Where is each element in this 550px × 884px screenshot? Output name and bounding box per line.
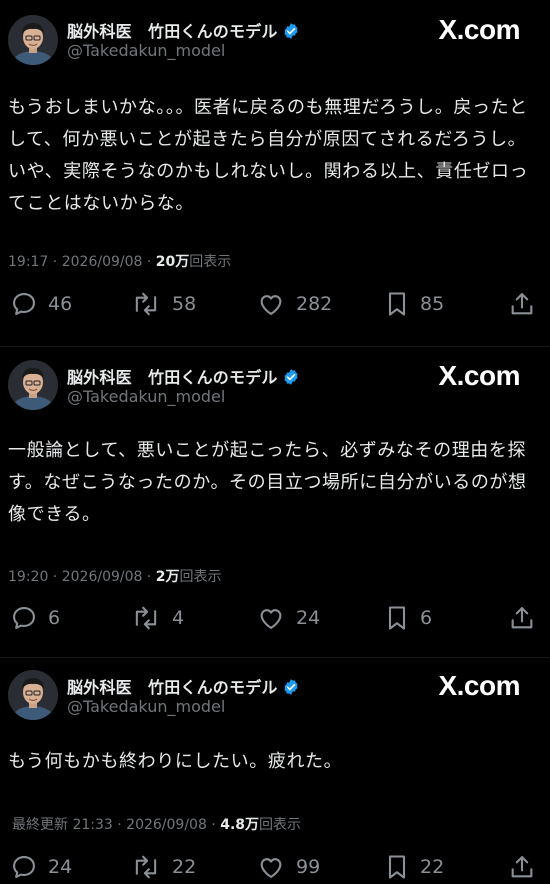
tweet-meta: 19:17 · 2026/09/08 · 20万回表示 [8,254,232,270]
share-button[interactable] [508,850,536,884]
like-count: 99 [296,856,321,878]
author-name-text: 脳外科医 竹田くんのモデル [67,678,278,697]
repost-button[interactable]: 22 [130,850,196,884]
view-label: 回表示 [189,254,232,270]
repost-count: 58 [172,293,197,315]
author-handle[interactable]: @Takedakun_model [67,41,225,60]
action-bar: 24 22 99 22 [0,850,550,884]
tweet-date[interactable]: 2026/09/08 [126,817,207,833]
view-label: 回表示 [179,569,222,585]
like-button[interactable]: 24 [256,601,320,635]
author-name-text: 脳外科医 竹田くんのモデル [67,22,278,41]
tweet-text: もうおしまいかな。。。医者に戻るのも無理だろうし。戻ったとして、何か悪いことが起… [8,97,529,214]
bookmark-button[interactable]: 6 [384,601,432,635]
verified-badge-icon [282,678,300,700]
share-icon [508,604,536,632]
repost-icon [130,604,162,632]
bookmark-button[interactable]: 22 [384,850,444,884]
like-button[interactable]: 282 [256,287,332,321]
post-1: 脳外科医 竹田くんのモデル @Takedakun_model X.com もうお… [0,0,550,345]
repost-button[interactable]: 58 [130,287,196,321]
bookmark-button[interactable]: 85 [384,287,444,321]
reply-count: 6 [48,607,61,629]
bookmark-icon [384,290,410,318]
reply-button[interactable]: 24 [10,850,72,884]
bookmark-icon [384,853,410,881]
repost-button[interactable]: 4 [130,601,184,635]
tweet-meta: 19:20 · 2026/09/08 · 2万回表示 [8,569,222,585]
view-count: 20万 [155,254,190,270]
like-icon [256,604,286,632]
reply-button[interactable]: 46 [10,287,72,321]
reply-count: 24 [48,856,73,878]
tweet-time[interactable]: 19:20 [8,569,48,585]
like-count: 282 [296,293,333,315]
repost-icon [130,290,162,318]
avatar[interactable] [8,670,58,720]
like-count: 24 [296,607,321,629]
reply-icon [10,290,38,318]
bookmark-count: 6 [420,607,433,629]
share-icon [508,853,536,881]
tweet-time[interactable]: 最終更新 21:33 [12,817,113,833]
bookmark-count: 85 [420,293,445,315]
action-bar: 46 58 282 85 [0,287,550,321]
repost-count: 22 [172,856,197,878]
repost-count: 4 [172,607,185,629]
post-2: 脳外科医 竹田くんのモデル @Takedakun_model X.com 一般論… [0,347,550,657]
action-bar: 6 4 24 6 [0,601,550,635]
verified-badge-icon [282,368,300,390]
like-button[interactable]: 99 [256,850,320,884]
bookmark-icon [384,604,410,632]
author-name-text: 脳外科医 竹田くんのモデル [67,368,278,387]
share-icon [508,290,536,318]
author-handle[interactable]: @Takedakun_model [67,697,225,716]
share-button[interactable] [508,287,536,321]
tweet-text: もう何もかも終わりにしたい。疲れた。 [8,751,343,772]
reply-icon [10,853,38,881]
reply-icon [10,604,38,632]
avatar[interactable] [8,15,58,65]
view-count: 2万 [155,569,180,585]
like-icon [256,853,286,881]
view-label: 回表示 [259,817,302,833]
view-count: 4.8万 [220,817,260,833]
x-com-logo: X.com [438,14,520,45]
tweet-meta: 最終更新 21:33 · 2026/09/08 · 4.8万回表示 [12,817,302,833]
author-handle[interactable]: @Takedakun_model [67,387,225,406]
tweet-time[interactable]: 19:17 [8,254,48,270]
share-button[interactable] [508,601,536,635]
reply-button[interactable]: 6 [10,601,60,635]
like-icon [256,290,286,318]
reply-count: 46 [48,293,73,315]
tweet-text: 一般論として、悪いことが起こったら、必ずみなその理由を探す。なぜこうなったのか。… [8,440,527,525]
avatar[interactable] [8,360,58,410]
x-com-logo: X.com [438,360,520,391]
tweet-date[interactable]: 2026/09/08 [62,254,143,270]
tweet-date[interactable]: 2026/09/08 [62,569,143,585]
verified-badge-icon [282,22,300,44]
x-com-logo: X.com [438,670,520,701]
bookmark-count: 22 [420,856,445,878]
repost-icon [130,853,162,881]
post-3: 脳外科医 竹田くんのモデル @Takedakun_model X.com もう何… [0,658,550,881]
